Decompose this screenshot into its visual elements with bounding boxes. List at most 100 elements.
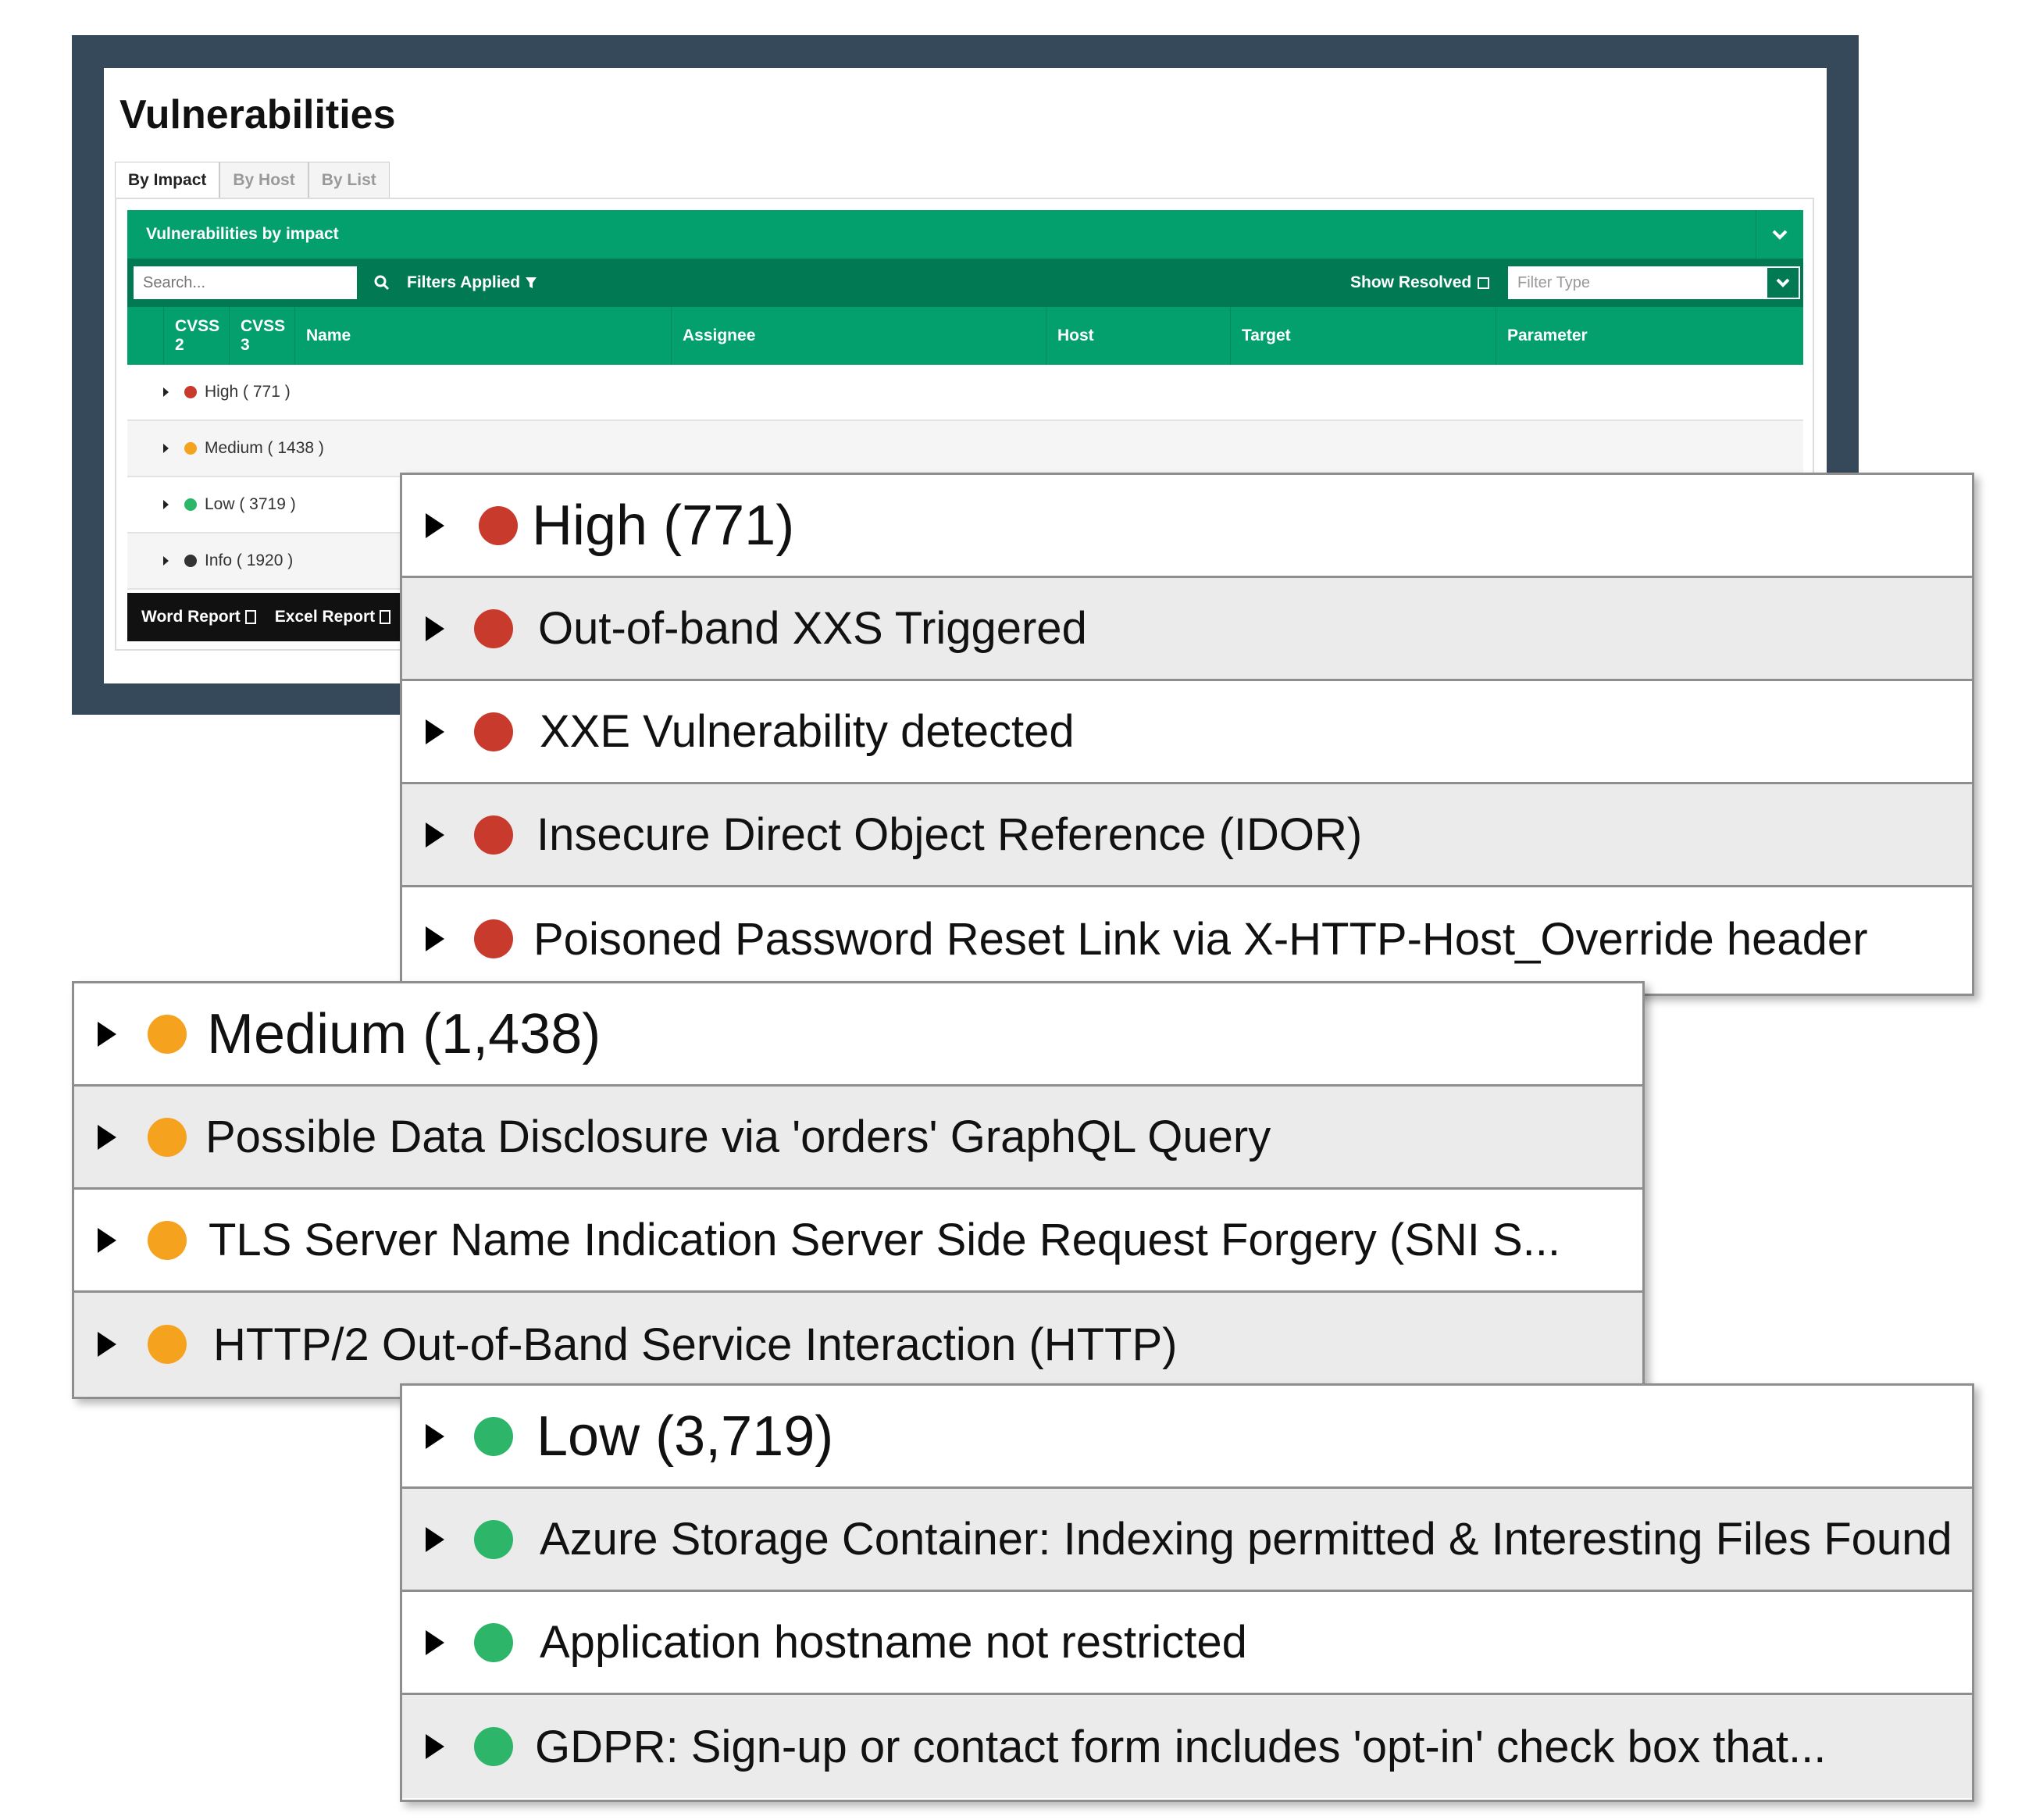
callout-header-medium[interactable]: Medium (1,438) xyxy=(74,983,1642,1087)
expand-icon[interactable] xyxy=(163,444,169,453)
severity-low-icon xyxy=(184,498,197,511)
group-label: Info ( 1920 ) xyxy=(205,551,294,569)
expand-icon[interactable] xyxy=(426,1423,444,1449)
list-item[interactable]: Poisoned Password Reset Link via X-HTTP-… xyxy=(402,887,1972,990)
list-item[interactable]: GDPR: Sign-up or contact form includes '… xyxy=(402,1695,1972,1798)
severity-medium-icon xyxy=(148,1325,187,1364)
column-header-parameter[interactable]: Parameter xyxy=(1496,307,1803,365)
filters-applied-label: Filters Applied xyxy=(407,273,521,291)
word-report-label: Word Report xyxy=(141,608,241,626)
severity-medium-icon xyxy=(148,1117,187,1157)
column-header-host[interactable]: Host xyxy=(1046,307,1230,365)
expand-icon[interactable] xyxy=(426,512,444,538)
severity-medium-icon xyxy=(184,442,197,455)
vulnerability-name: Azure Storage Container: Indexing permit… xyxy=(540,1514,1952,1565)
vulnerability-name: TLS Server Name Indication Server Side R… xyxy=(209,1215,1561,1265)
severity-low-icon xyxy=(474,1416,513,1456)
tab-by-impact[interactable]: By Impact xyxy=(115,162,220,198)
list-item[interactable]: HTTP/2 Out-of-Band Service Interaction (… xyxy=(74,1293,1642,1396)
expand-icon[interactable] xyxy=(163,556,169,566)
column-header-assignee[interactable]: Assignee xyxy=(671,307,1046,365)
column-header-name[interactable]: Name xyxy=(294,307,671,365)
group-label: Medium ( 1438 ) xyxy=(205,439,324,457)
expand-icon[interactable] xyxy=(426,719,444,744)
search-icon[interactable] xyxy=(366,266,398,299)
column-header-cvss2[interactable]: CVSS 2 xyxy=(163,307,229,365)
show-resolved-checkbox[interactable] xyxy=(1478,277,1490,289)
panel-toolbar: Filters Applied Show Resolved Filter Typ… xyxy=(127,259,1803,307)
tab-by-list[interactable]: By List xyxy=(308,162,390,198)
severity-medium-icon xyxy=(148,1220,187,1260)
callout-header-label: Medium (1,438) xyxy=(207,1002,601,1065)
expand-icon[interactable] xyxy=(98,1332,116,1357)
vulnerability-name: Possible Data Disclosure via 'orders' Gr… xyxy=(205,1112,1271,1162)
vulnerability-name: Insecure Direct Object Reference (IDOR) xyxy=(537,809,1363,860)
group-row-medium[interactable]: Medium ( 1438 ) xyxy=(127,421,1803,477)
filters-applied-button[interactable]: Filters Applied xyxy=(407,259,537,307)
group-label: High ( 771 ) xyxy=(205,383,291,401)
expand-icon[interactable] xyxy=(163,387,169,397)
expand-icon[interactable] xyxy=(98,1021,116,1047)
vulnerability-name: HTTP/2 Out-of-Band Service Interaction (… xyxy=(213,1319,1178,1370)
expand-icon[interactable] xyxy=(426,822,444,848)
expand-icon[interactable] xyxy=(426,926,444,951)
severity-high-icon xyxy=(474,712,513,751)
severity-medium-icon xyxy=(148,1014,187,1054)
list-item[interactable]: Insecure Direct Object Reference (IDOR) xyxy=(402,784,1972,887)
medium-callout: Medium (1,438) Possible Data Disclosure … xyxy=(72,981,1645,1399)
severity-high-icon xyxy=(474,919,513,958)
list-item[interactable]: XXE Vulnerability detected xyxy=(402,681,1972,784)
excel-report-label: Excel Report xyxy=(274,608,376,626)
vulnerability-name: Poisoned Password Reset Link via X-HTTP-… xyxy=(533,913,1868,965)
view-tabs: By Impact By Host By List xyxy=(115,162,390,198)
chevron-down-icon[interactable] xyxy=(1766,266,1800,299)
filter-icon xyxy=(526,277,537,288)
high-callout: High (771) Out-of-band XXS Triggered XXE… xyxy=(400,473,1974,996)
excel-report-button[interactable]: Excel Report xyxy=(274,608,391,626)
severity-high-icon xyxy=(474,815,513,855)
group-label: Low ( 3719 ) xyxy=(205,495,296,513)
severity-high-icon xyxy=(479,505,518,545)
expand-icon[interactable] xyxy=(426,616,444,641)
expand-icon[interactable] xyxy=(426,1734,444,1759)
column-header-target[interactable]: Target xyxy=(1230,307,1496,365)
tab-by-host[interactable]: By Host xyxy=(219,162,308,198)
list-item[interactable]: Application hostname not restricted xyxy=(402,1592,1972,1695)
callout-header-low[interactable]: Low (3,719) xyxy=(402,1386,1972,1489)
search-input[interactable] xyxy=(134,266,357,299)
expand-icon[interactable] xyxy=(163,500,169,509)
list-item[interactable]: Possible Data Disclosure via 'orders' Gr… xyxy=(74,1087,1642,1190)
vulnerability-name: XXE Vulnerability detected xyxy=(540,706,1075,757)
callout-header-high[interactable]: High (771) xyxy=(402,475,1972,578)
severity-low-icon xyxy=(474,1727,513,1766)
expand-icon[interactable] xyxy=(426,1526,444,1552)
column-header-cvss3[interactable]: CVSS 3 xyxy=(229,307,294,365)
severity-high-icon xyxy=(474,608,513,648)
low-callout: Low (3,719) Azure Storage Container: Ind… xyxy=(400,1383,1974,1802)
callout-header-label: High (771) xyxy=(532,494,795,557)
panel-header: Vulnerabilities by impact xyxy=(127,210,1803,259)
severity-low-icon xyxy=(474,1519,513,1559)
chevron-down-icon[interactable] xyxy=(1756,210,1803,259)
severity-low-icon xyxy=(474,1622,513,1662)
expand-icon[interactable] xyxy=(98,1227,116,1253)
group-row-high[interactable]: High ( 771 ) xyxy=(127,365,1803,421)
expand-icon[interactable] xyxy=(98,1124,116,1150)
filter-type-select[interactable]: Filter Type xyxy=(1508,266,1766,299)
panel-header-title: Vulnerabilities by impact xyxy=(146,225,339,243)
word-document-icon xyxy=(244,610,256,624)
table-header: CVSS 2 CVSS 3 Name Assignee Host Target … xyxy=(127,307,1803,365)
show-resolved-toggle[interactable]: Show Resolved xyxy=(1350,259,1490,307)
vulnerability-name: GDPR: Sign-up or contact form includes '… xyxy=(535,1721,1827,1772)
expand-icon[interactable] xyxy=(426,1629,444,1655)
excel-document-icon xyxy=(380,610,391,624)
page-title: Vulnerabilities xyxy=(119,92,396,137)
list-item[interactable]: Azure Storage Container: Indexing permit… xyxy=(402,1489,1972,1592)
severity-high-icon xyxy=(184,386,197,398)
vulnerability-name: Application hostname not restricted xyxy=(540,1617,1247,1668)
list-item[interactable]: TLS Server Name Indication Server Side R… xyxy=(74,1190,1642,1293)
callout-header-label: Low (3,719) xyxy=(537,1404,834,1468)
list-item[interactable]: Out-of-band XXS Triggered xyxy=(402,578,1972,681)
severity-info-icon xyxy=(184,555,197,567)
word-report-button[interactable]: Word Report xyxy=(141,608,256,626)
